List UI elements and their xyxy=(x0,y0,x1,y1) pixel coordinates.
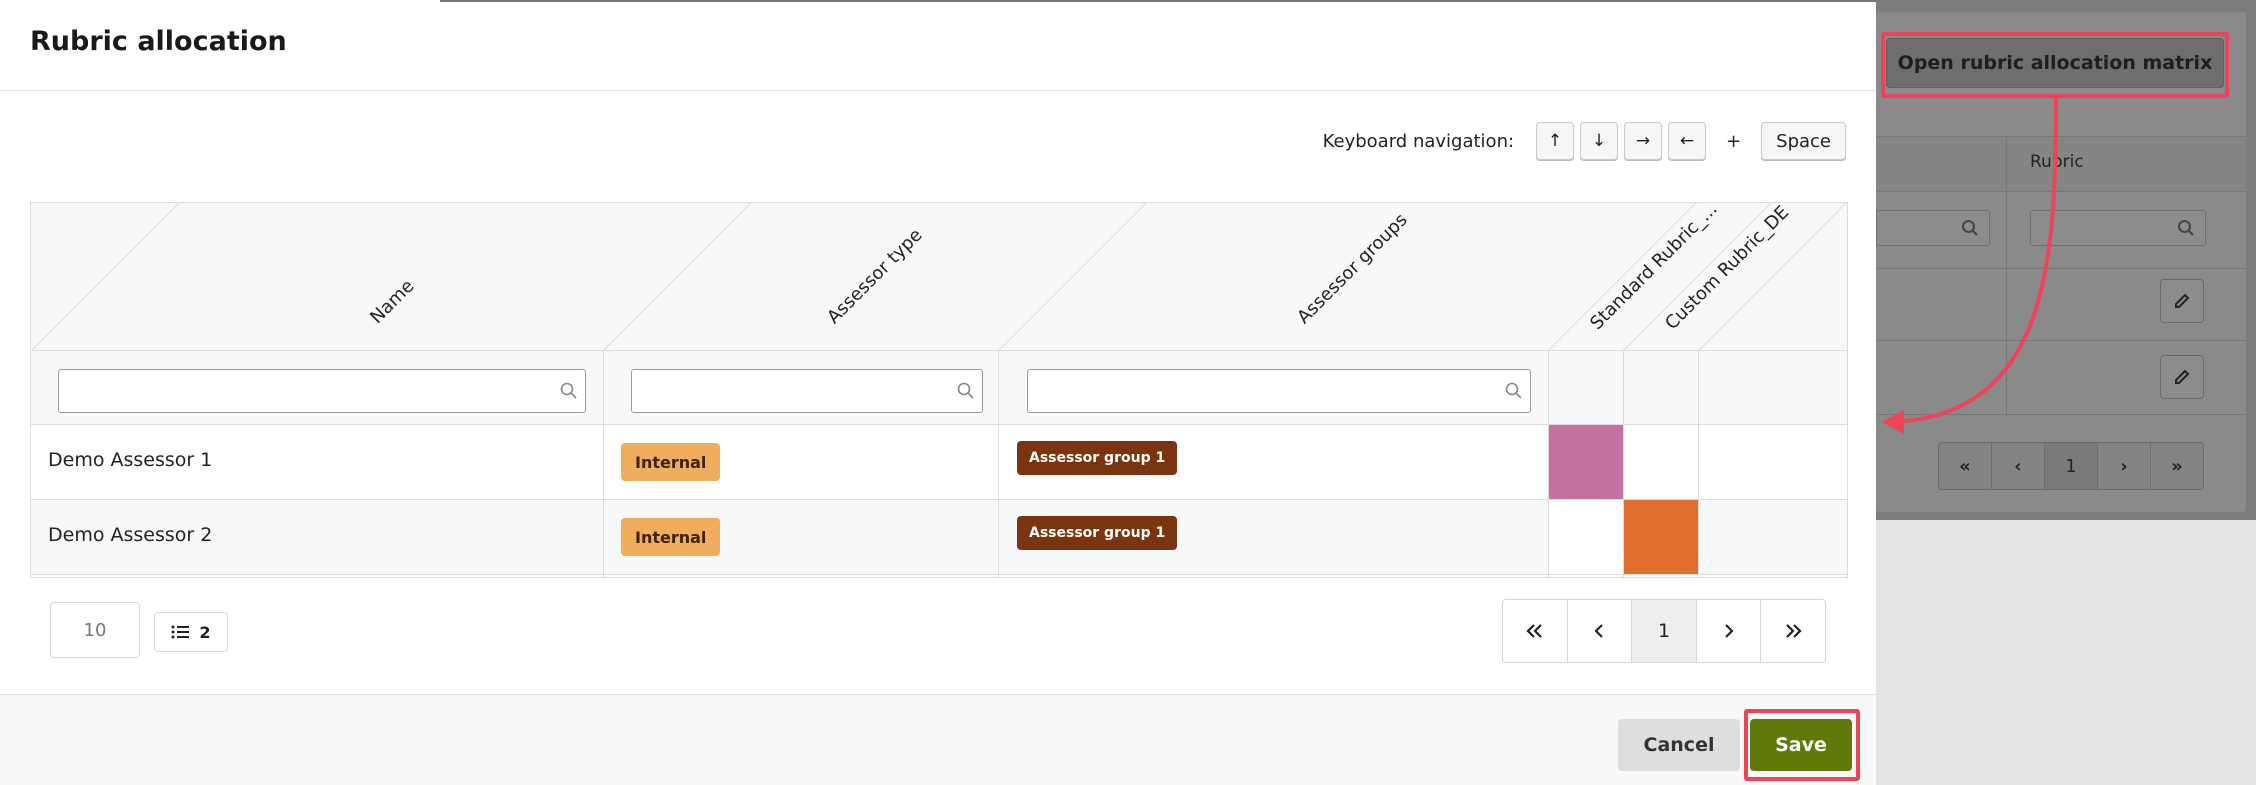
first-page-button[interactable] xyxy=(1503,600,1568,662)
search-icon xyxy=(1505,382,1522,399)
modal-title: Rubric allocation xyxy=(30,26,287,57)
column-divider xyxy=(1548,351,1549,577)
double-chevron-right-icon xyxy=(1786,624,1802,638)
arrow-left-key: ← xyxy=(1668,122,1707,160)
arrow-right-key: → xyxy=(1624,122,1663,160)
table-row: Demo Assessor 1 Internal Assessor group … xyxy=(31,425,1847,500)
pencil-icon xyxy=(2175,369,2190,384)
chevron-left-icon xyxy=(1594,624,1604,638)
column-divider xyxy=(603,351,604,577)
assessor-group-badge: Assessor group 1 xyxy=(1017,441,1178,475)
double-chevron-left-icon xyxy=(1526,624,1542,638)
next-page-button[interactable] xyxy=(1697,600,1762,662)
standard-rubric-allocation-cell[interactable] xyxy=(1548,500,1623,574)
header-diagonal-dividers xyxy=(31,203,1847,351)
arrow-up-key: ↑ xyxy=(1536,122,1575,160)
next-page-button[interactable]: › xyxy=(2098,443,2151,489)
list-icon xyxy=(171,625,190,639)
modal-footer: Cancel Save xyxy=(0,694,1876,785)
allocation-table: Name Assessor type Assessor groups Stand… xyxy=(30,199,1848,578)
row-count-button[interactable]: 2 xyxy=(154,612,228,652)
column-divider xyxy=(998,351,999,577)
plus-sign: + xyxy=(1726,130,1742,152)
table-row: Demo Assessor 2 Internal Assessor group … xyxy=(31,500,1847,575)
previous-page-button[interactable] xyxy=(1568,600,1633,662)
cancel-button[interactable]: Cancel xyxy=(1618,719,1740,771)
assessor-name: Demo Assessor 2 xyxy=(48,524,213,546)
current-page[interactable]: 1 xyxy=(2045,443,2098,489)
assessor-groups-filter-input[interactable] xyxy=(1027,369,1531,413)
background-pagination: « ‹ 1 › » xyxy=(1938,442,2204,490)
table-header: Name Assessor type Assessor groups Stand… xyxy=(31,199,1847,351)
last-page-button[interactable]: » xyxy=(2151,443,2203,489)
arrow-down-key: ↓ xyxy=(1580,122,1619,160)
last-page-button[interactable] xyxy=(1761,600,1825,662)
pencil-icon xyxy=(2175,293,2190,308)
highlight-open-button xyxy=(1881,32,2229,98)
assessor-type-badge: Internal xyxy=(621,443,721,481)
column-divider xyxy=(1698,351,1699,577)
search-icon xyxy=(2178,220,2194,236)
modal-top-border xyxy=(440,0,1876,2)
filter-row xyxy=(31,351,1847,425)
assessor-type-filter-input[interactable] xyxy=(631,369,983,413)
rubric-allocation-modal: Rubric allocation Keyboard navigation: ↑… xyxy=(0,0,1876,785)
background-edit-button[interactable] xyxy=(2160,355,2204,399)
keyboard-navigation-label: Keyboard navigation: xyxy=(1322,130,1515,152)
previous-page-button[interactable]: ‹ xyxy=(1992,443,2045,489)
assessor-group-badge: Assessor group 1 xyxy=(1017,516,1178,550)
keyboard-navigation-hint: Keyboard navigation: ↑ ↓ → ← + Space xyxy=(1323,122,1846,160)
save-button[interactable]: Save xyxy=(1750,719,1852,771)
background-edit-button[interactable] xyxy=(2160,279,2204,323)
space-key: Space xyxy=(1761,122,1846,160)
chevron-right-icon xyxy=(1724,624,1734,638)
column-divider xyxy=(1623,351,1624,577)
pagination: 1 xyxy=(1502,599,1826,663)
current-page[interactable]: 1 xyxy=(1632,600,1697,662)
annotation-arrow xyxy=(1882,97,2058,434)
search-icon xyxy=(957,382,974,399)
name-filter-input[interactable] xyxy=(58,369,586,413)
search-icon xyxy=(560,382,577,399)
first-page-button[interactable]: « xyxy=(1939,443,1992,489)
assessor-type-badge: Internal xyxy=(621,518,721,556)
page-size-select[interactable]: 10 xyxy=(50,602,140,658)
assessor-name: Demo Assessor 1 xyxy=(48,449,213,471)
custom-rubric-allocation-cell[interactable] xyxy=(1623,500,1698,574)
row-count-value: 2 xyxy=(199,622,211,642)
custom-rubric-allocation-cell[interactable] xyxy=(1623,425,1698,499)
header-divider xyxy=(0,90,1876,91)
standard-rubric-allocation-cell[interactable] xyxy=(1548,425,1623,499)
